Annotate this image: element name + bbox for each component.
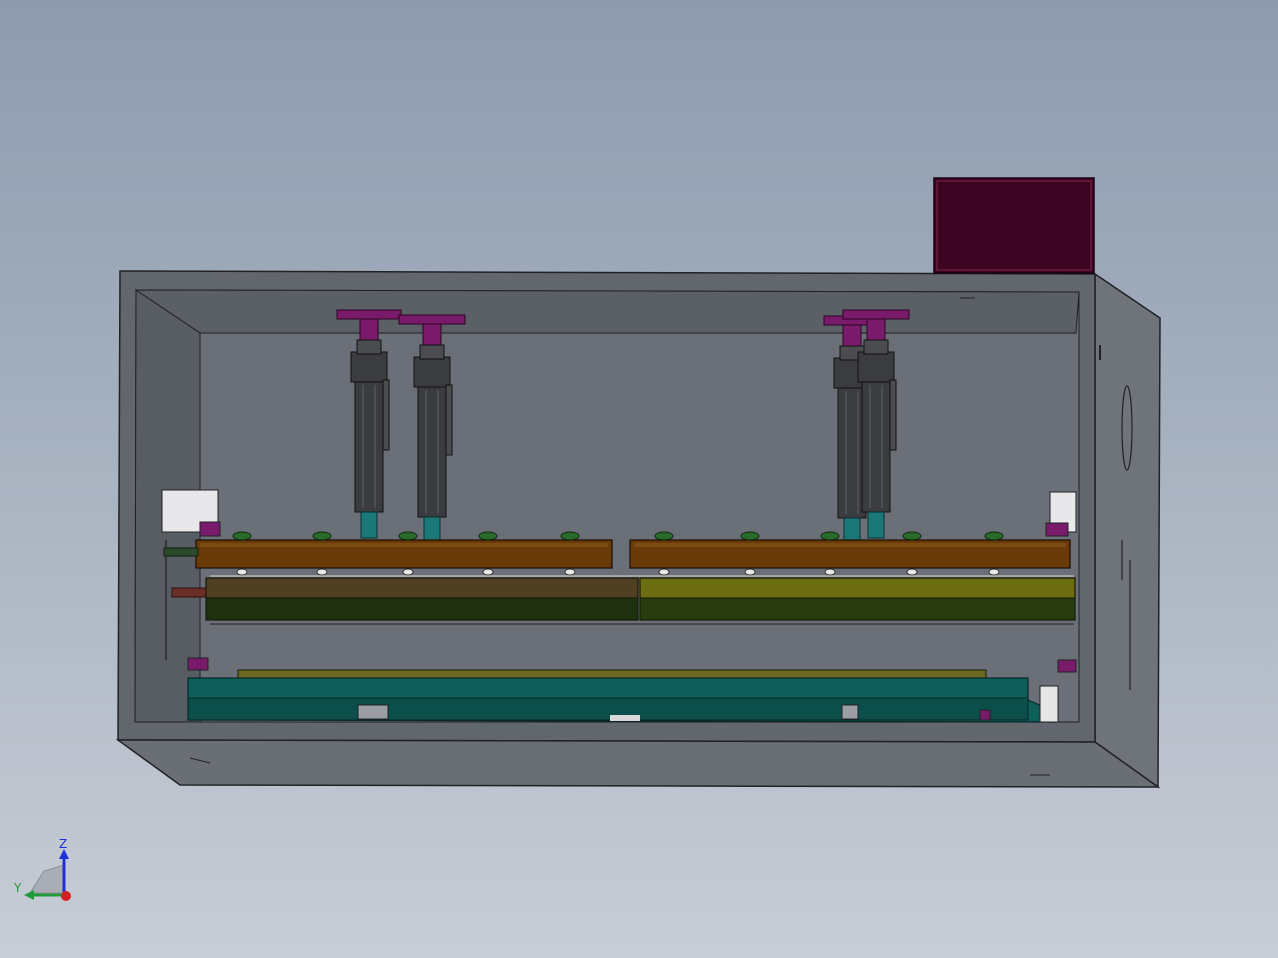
bolt <box>902 531 922 541</box>
y-axis-label: Y <box>13 881 22 895</box>
bolt <box>740 531 760 541</box>
control-box[interactable] <box>933 177 1095 274</box>
bolt <box>232 531 252 541</box>
bolt <box>478 531 498 541</box>
base-plate[interactable] <box>187 669 1059 723</box>
washer <box>402 568 414 576</box>
triad-plane-icon <box>29 864 65 894</box>
x-axis-icon <box>61 891 71 901</box>
washer <box>906 568 918 576</box>
washer <box>316 568 328 576</box>
washer <box>744 568 756 576</box>
bolt <box>984 531 1004 541</box>
upper-clamp-bar-left[interactable] <box>195 539 613 569</box>
z-axis-label: Z <box>59 837 67 851</box>
bolt <box>560 531 580 541</box>
washer <box>658 568 670 576</box>
washer <box>564 568 576 576</box>
view-orientation-triad[interactable]: Z Y <box>10 835 80 910</box>
washer <box>236 568 248 576</box>
lower-bar-right[interactable] <box>639 577 1076 621</box>
bolt <box>654 531 674 541</box>
bolt <box>820 531 840 541</box>
lower-bar-left[interactable] <box>205 577 639 621</box>
upper-clamp-bar-right[interactable] <box>629 539 1071 569</box>
washer <box>482 568 494 576</box>
washer <box>824 568 836 576</box>
washer <box>988 568 1000 576</box>
cad-viewport[interactable]: Z Y <box>0 0 1278 958</box>
cad-model-view[interactable] <box>0 0 1278 958</box>
bolt <box>312 531 332 541</box>
bolt <box>398 531 418 541</box>
